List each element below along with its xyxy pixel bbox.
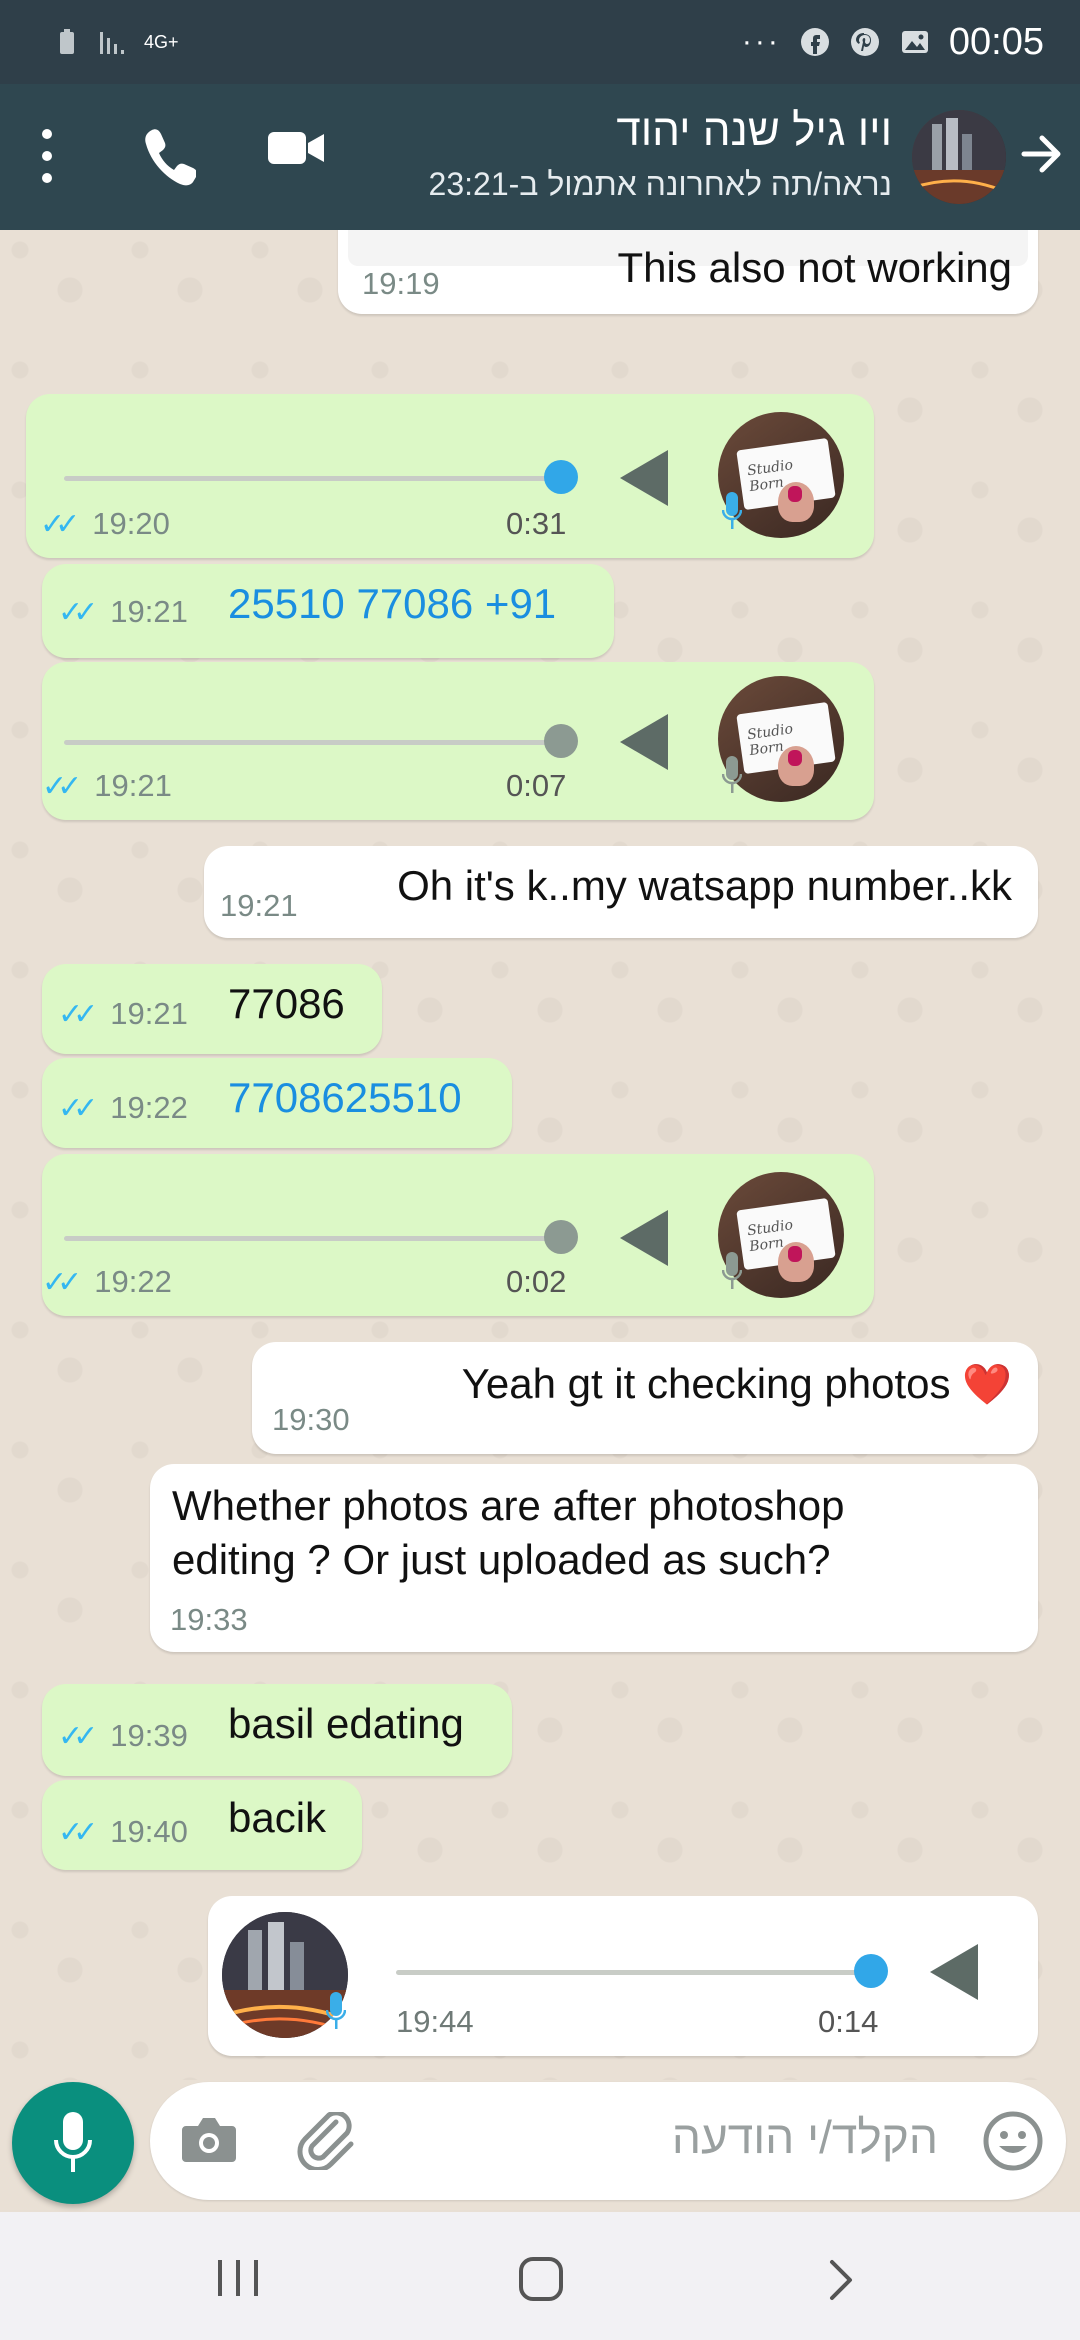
message-bubble-incoming[interactable]: Whether photos are after photoshop editi… bbox=[150, 1464, 1038, 1652]
pinterest-icon bbox=[850, 28, 879, 56]
message-text: bacik bbox=[228, 1794, 327, 1841]
message-text: 77086 bbox=[228, 980, 345, 1027]
nav-back-icon[interactable] bbox=[826, 2258, 856, 2302]
phone-number-link[interactable]: 25510 77086 +91 bbox=[228, 580, 556, 628]
play-icon[interactable] bbox=[620, 450, 668, 506]
voice-progress-track[interactable] bbox=[396, 1970, 876, 1975]
signal-icon bbox=[100, 32, 124, 54]
message-time: 19:19 bbox=[362, 266, 440, 301]
chat-header: ויו גיל שנה יהוד נראה/תה לאחרונה אתמול ב… bbox=[0, 84, 1080, 230]
contact-name[interactable]: ויו גיל שנה יהוד bbox=[616, 106, 892, 156]
message-meta: ✓✓ 19:22 bbox=[58, 1090, 188, 1125]
read-ticks-icon: ✓✓ bbox=[42, 769, 82, 803]
facebook-icon bbox=[800, 28, 829, 56]
mic-icon bbox=[326, 1992, 346, 2029]
message-text-line1: Whether photos are after photoshop bbox=[172, 1482, 845, 1529]
message-bubble-outgoing[interactable]: ✓✓ 19:39 basil edating bbox=[42, 1684, 512, 1776]
phone-number-link[interactable]: 7708625510 bbox=[228, 1074, 462, 1122]
read-ticks-icon: ✓✓ bbox=[58, 1091, 98, 1125]
voice-progress-track[interactable] bbox=[64, 1236, 570, 1241]
message-bubble-incoming[interactable]: This also not working 19:19 bbox=[338, 230, 1038, 314]
message-meta: ✓✓ 19:20 bbox=[40, 506, 170, 541]
mic-button[interactable] bbox=[12, 2082, 134, 2204]
system-nav-bar bbox=[0, 2212, 1080, 2340]
overflow-notifications-icon: ··· bbox=[741, 25, 781, 58]
contact-avatar[interactable] bbox=[912, 110, 1006, 204]
read-ticks-icon: ✓✓ bbox=[58, 997, 98, 1031]
message-time: 19:33 bbox=[170, 1602, 248, 1637]
last-seen-status: נראה/תה לאחרונה אתמול ב-23:21 bbox=[428, 166, 892, 202]
play-icon[interactable] bbox=[930, 1944, 978, 2000]
menu-icon[interactable] bbox=[38, 126, 56, 186]
read-ticks-icon: ✓✓ bbox=[40, 507, 80, 541]
attach-icon[interactable] bbox=[296, 2112, 356, 2170]
play-icon[interactable] bbox=[620, 1210, 668, 1266]
message-meta: ✓✓ 19:40 bbox=[58, 1814, 188, 1849]
message-text-line2: editing ? Or just uploaded as such? bbox=[172, 1536, 831, 1583]
mic-icon bbox=[722, 756, 742, 793]
message-bubble-outgoing[interactable]: ✓✓ 19:22 7708625510 bbox=[42, 1058, 512, 1148]
voice-progress-track[interactable] bbox=[64, 740, 570, 745]
message-time: 19:44 bbox=[396, 2004, 474, 2039]
voice-duration: 0:31 bbox=[506, 506, 567, 541]
recent-apps-icon[interactable] bbox=[216, 2258, 260, 2298]
mic-icon bbox=[54, 2112, 92, 2172]
message-text: This also not working bbox=[617, 244, 1012, 291]
message-bubble-incoming[interactable]: 19:21 Oh it's k..my watsapp number..kk bbox=[204, 846, 1038, 938]
camera-icon[interactable] bbox=[178, 2114, 240, 2166]
message-meta: ✓✓ 19:21 bbox=[58, 996, 188, 1031]
voice-progress-knob[interactable] bbox=[544, 460, 578, 494]
voice-message-outgoing[interactable]: Studio Born ✓✓ 19:21 0:07 bbox=[42, 662, 874, 820]
video-call-icon[interactable] bbox=[266, 126, 326, 170]
message-bubble-outgoing[interactable]: ✓✓ 19:21 77086 bbox=[42, 964, 382, 1054]
chat-area[interactable]: This also not working 19:19 Studio Born … bbox=[0, 230, 1080, 2080]
voice-message-outgoing[interactable]: Studio Born ✓✓ 19:22 0:02 bbox=[42, 1154, 874, 1316]
voice-duration: 0:14 bbox=[818, 2004, 879, 2039]
voice-message-incoming[interactable]: 19:44 0:14 bbox=[208, 1896, 1038, 2056]
clock: 00:05 bbox=[948, 20, 1044, 63]
voice-message-outgoing[interactable]: Studio Born ✓✓ 19:20 0:31 bbox=[26, 394, 874, 558]
message-text: Yeah gt it checking photos ❤️ bbox=[461, 1360, 1012, 1407]
read-ticks-icon: ✓✓ bbox=[58, 1815, 98, 1849]
voice-progress-knob[interactable] bbox=[544, 1220, 578, 1254]
back-arrow-icon[interactable] bbox=[1018, 130, 1066, 178]
home-icon[interactable] bbox=[518, 2256, 564, 2302]
message-bubble-outgoing[interactable]: ✓✓ 19:21 25510 77086 +91 bbox=[42, 564, 614, 658]
message-time: 19:30 bbox=[272, 1402, 350, 1437]
network-type: 4G+ bbox=[144, 32, 179, 52]
read-ticks-icon: ✓✓ bbox=[58, 595, 98, 629]
call-icon[interactable] bbox=[140, 124, 196, 188]
message-meta: ✓✓ 19:39 bbox=[58, 1718, 188, 1753]
message-meta: ✓✓ 19:21 bbox=[58, 594, 188, 629]
status-bar: 4G+ ··· 00:05 bbox=[0, 0, 1080, 84]
message-input-placeholder: הקלד/י הודעה bbox=[671, 2111, 938, 2163]
emoji-icon[interactable] bbox=[982, 2110, 1044, 2172]
voice-progress-knob[interactable] bbox=[854, 1954, 888, 1988]
battery-icon bbox=[60, 29, 74, 54]
message-text: Oh it's k..my watsapp number..kk bbox=[397, 862, 1012, 909]
voice-duration: 0:02 bbox=[506, 1264, 567, 1299]
mic-icon bbox=[722, 492, 742, 529]
voice-progress-knob[interactable] bbox=[544, 724, 578, 758]
gallery-icon bbox=[901, 31, 928, 53]
voice-duration: 0:07 bbox=[506, 768, 567, 803]
message-bubble-outgoing[interactable]: ✓✓ 19:40 bacik bbox=[42, 1780, 362, 1870]
mic-icon bbox=[722, 1252, 742, 1289]
message-time: 19:21 bbox=[220, 888, 298, 923]
message-meta: ✓✓ 19:21 bbox=[42, 768, 172, 803]
read-ticks-icon: ✓✓ bbox=[42, 1265, 82, 1299]
voice-progress-track[interactable] bbox=[64, 476, 570, 481]
heart-emoji: ❤️ bbox=[962, 1363, 1012, 1407]
message-text: basil edating bbox=[228, 1700, 464, 1747]
play-icon[interactable] bbox=[620, 714, 668, 770]
message-meta: ✓✓ 19:22 bbox=[42, 1264, 172, 1299]
read-ticks-icon: ✓✓ bbox=[58, 1719, 98, 1753]
message-bubble-incoming[interactable]: 19:30 Yeah gt it checking photos ❤️ bbox=[252, 1342, 1038, 1454]
message-input[interactable]: הקלד/י הודעה bbox=[150, 2082, 1066, 2200]
